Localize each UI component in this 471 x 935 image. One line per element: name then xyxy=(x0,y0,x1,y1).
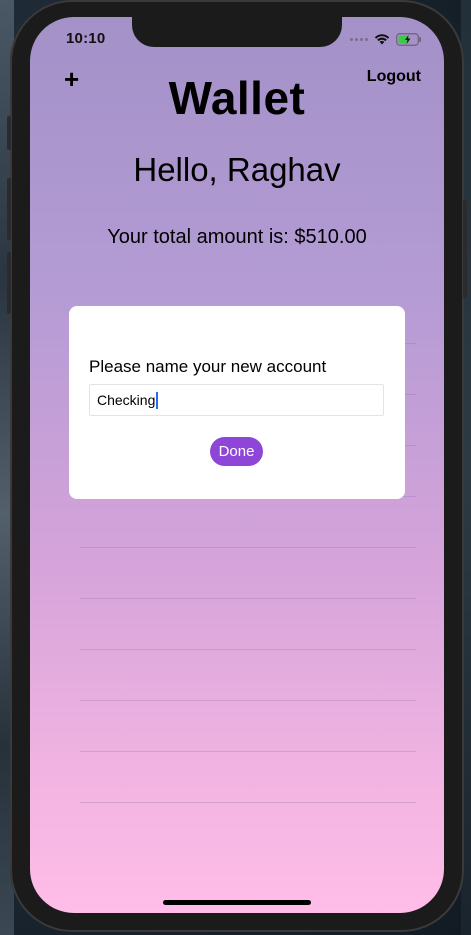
list-divider xyxy=(80,547,416,548)
volume-up-button xyxy=(7,178,11,240)
list-divider xyxy=(80,649,416,650)
mute-switch xyxy=(7,116,11,150)
list-divider xyxy=(80,802,416,803)
list-divider xyxy=(80,700,416,701)
list-divider xyxy=(80,751,416,752)
home-indicator[interactable] xyxy=(163,900,311,905)
power-button xyxy=(463,200,467,298)
account-name-input[interactable]: Checking xyxy=(89,384,384,416)
volume-down-button xyxy=(7,252,11,314)
done-button[interactable]: Done xyxy=(210,437,263,466)
new-account-dialog: Please name your new account Checking Do… xyxy=(69,306,405,499)
list-divider xyxy=(80,598,416,599)
account-name-value: Checking xyxy=(97,392,156,408)
text-cursor xyxy=(156,391,159,409)
dialog-prompt: Please name your new account xyxy=(89,357,327,376)
app-screen: 10:10 + Logout Wallet Hello, Raghav Your… xyxy=(30,17,444,913)
